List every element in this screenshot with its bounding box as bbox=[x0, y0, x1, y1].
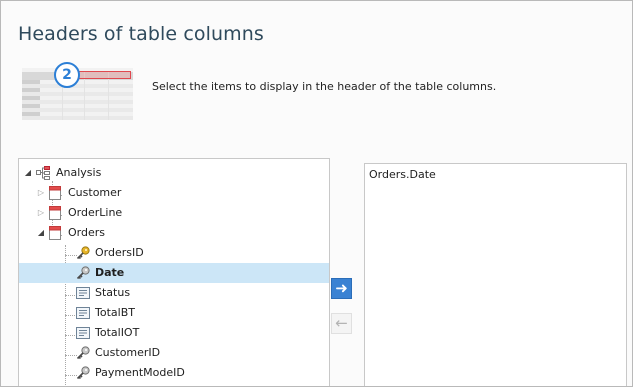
hierarchy-icon bbox=[36, 166, 50, 180]
tree-node-label: Date bbox=[95, 266, 125, 279]
expand-arrow-icon[interactable]: ▷ bbox=[36, 203, 46, 223]
tree-node-analysis[interactable]: ◢ Analysis bbox=[19, 163, 329, 183]
tree-node-customer[interactable]: ▷ Customer bbox=[19, 183, 329, 203]
tree-node-label: OrderLine bbox=[68, 206, 123, 219]
table-icon bbox=[49, 206, 61, 220]
description-text: Select the items to display in the heade… bbox=[152, 80, 497, 93]
text-field-icon bbox=[76, 307, 90, 319]
step-badge: 2 bbox=[54, 62, 80, 88]
tree-node-ordersid[interactable]: OrdersID bbox=[19, 243, 329, 263]
page-title: Headers of table columns bbox=[18, 23, 264, 45]
tree-node-label: PaymentModeID bbox=[95, 366, 185, 379]
arrow-right-icon: ➜ bbox=[335, 279, 348, 297]
tree-node-label: Customer bbox=[68, 186, 122, 199]
tree-node-date[interactable]: Date bbox=[19, 263, 329, 283]
tree-node-customerid[interactable]: CustomerID bbox=[19, 343, 329, 363]
table-icon bbox=[49, 186, 61, 200]
expand-arrow-icon[interactable]: ▷ bbox=[36, 183, 46, 203]
tree-node-label: TotalIOT bbox=[95, 326, 140, 339]
tree-node-totalbt[interactable]: TotalBT bbox=[19, 303, 329, 323]
selected-columns-list[interactable]: Orders.Date bbox=[364, 163, 627, 386]
arrow-left-icon: ← bbox=[335, 314, 348, 332]
list-item[interactable]: Orders.Date bbox=[369, 167, 436, 183]
key-icon bbox=[76, 246, 90, 260]
tree-node-label: TotalBT bbox=[95, 306, 135, 319]
remove-column-button[interactable]: ← bbox=[331, 313, 352, 334]
tree-node-status[interactable]: Status bbox=[19, 283, 329, 303]
tree-node-orderline[interactable]: ▷ OrderLine bbox=[19, 203, 329, 223]
tree-node-paymentmodeid[interactable]: PaymentModeID bbox=[19, 363, 329, 383]
field-tree[interactable]: ◢ Analysis ▷ Customer ▷ OrderLine ◢ Orde… bbox=[18, 158, 330, 386]
tree-node-totaliot[interactable]: TotalIOT bbox=[19, 323, 329, 343]
tree-node-label: Analysis bbox=[56, 166, 102, 179]
text-field-icon bbox=[76, 327, 90, 339]
text-field-icon bbox=[76, 287, 90, 299]
collapse-arrow-icon[interactable]: ◢ bbox=[36, 223, 46, 243]
key-icon bbox=[76, 346, 90, 360]
dialog-frame: Headers of table columns 2 Select the it… bbox=[0, 0, 633, 387]
key-icon bbox=[76, 266, 90, 280]
tree-node-label: Status bbox=[95, 286, 131, 299]
key-icon bbox=[76, 366, 90, 380]
tree-node-orders[interactable]: ◢ Orders bbox=[19, 223, 329, 243]
table-icon bbox=[49, 226, 61, 240]
add-column-button[interactable]: ➜ bbox=[331, 278, 352, 299]
collapse-arrow-icon[interactable]: ◢ bbox=[23, 163, 33, 183]
tree-node-label: Orders bbox=[68, 226, 105, 239]
tree-node-label: CustomerID bbox=[95, 346, 161, 359]
tree-node-label: OrdersID bbox=[95, 246, 144, 259]
